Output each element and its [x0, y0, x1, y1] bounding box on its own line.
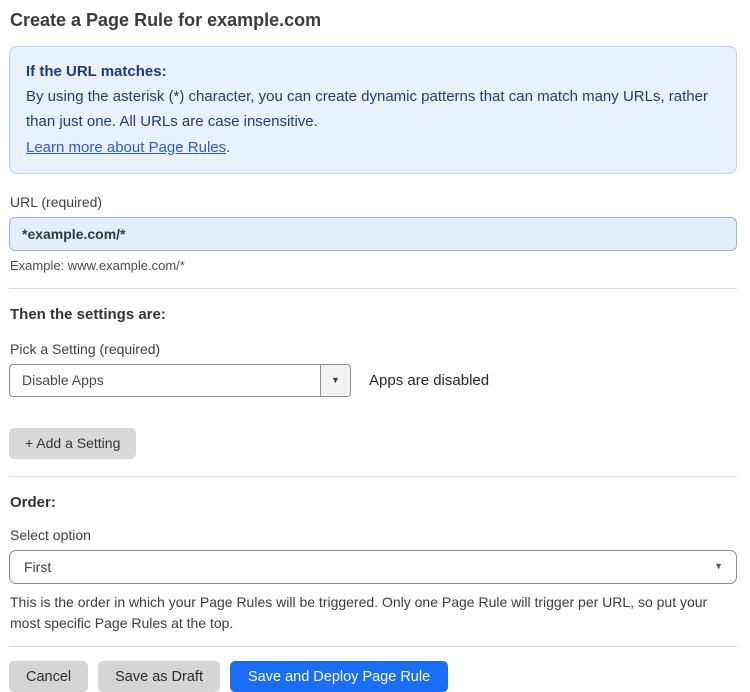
setting-dropdown-button[interactable]: ▼ [320, 364, 350, 396]
divider [9, 646, 737, 648]
setting-status-text: Apps are disabled [369, 371, 490, 389]
page-title: Create a Page Rule for example.com [10, 10, 322, 30]
url-match-info-box: If the URL matches: By using the asteris… [9, 46, 737, 174]
caret-down-icon: ▼ [714, 561, 723, 572]
setting-row: Disable Apps ▼ Apps are disabled [9, 363, 737, 397]
order-select[interactable]: First ▼ [9, 549, 737, 584]
link-suffix: . [226, 138, 231, 156]
url-field-label: URL (required) [10, 193, 103, 210]
page-rule-form: Create a Page Rule for example.com If th… [0, 0, 750, 692]
divider [9, 287, 737, 289]
save-as-draft-button[interactable]: Save as Draft [98, 661, 220, 692]
order-select-label: Select option [10, 526, 91, 543]
settings-section-heading: Then the settings are: [10, 305, 166, 323]
divider [9, 475, 737, 477]
setting-dropdown[interactable]: Disable Apps ▼ [9, 363, 351, 397]
save-and-deploy-button[interactable]: Save and Deploy Page Rule [229, 661, 449, 692]
order-select-value: First [24, 558, 52, 575]
order-helper-text: This is the order in which your Page Rul… [10, 593, 708, 632]
cancel-button[interactable]: Cancel [9, 661, 89, 692]
add-setting-button[interactable]: + Add a Setting [9, 427, 137, 459]
pick-setting-label: Pick a Setting (required) [10, 340, 161, 357]
info-box-heading: If the URL matches: [26, 63, 167, 80]
info-box-body: By using the asterisk (*) character, you… [26, 84, 720, 160]
url-field-helper: Example: www.example.com/* [10, 257, 185, 273]
learn-more-link[interactable]: Learn more about Page Rules [26, 139, 226, 156]
order-section-heading: Order: [10, 493, 56, 511]
footer-actions: Cancel Save as Draft Save and Deploy Pag… [9, 661, 737, 692]
setting-dropdown-value: Disable Apps [22, 372, 104, 389]
url-input[interactable] [9, 216, 737, 251]
caret-down-icon: ▼ [331, 374, 340, 385]
info-box-body-text: By using the asterisk (*) character, you… [26, 88, 708, 131]
